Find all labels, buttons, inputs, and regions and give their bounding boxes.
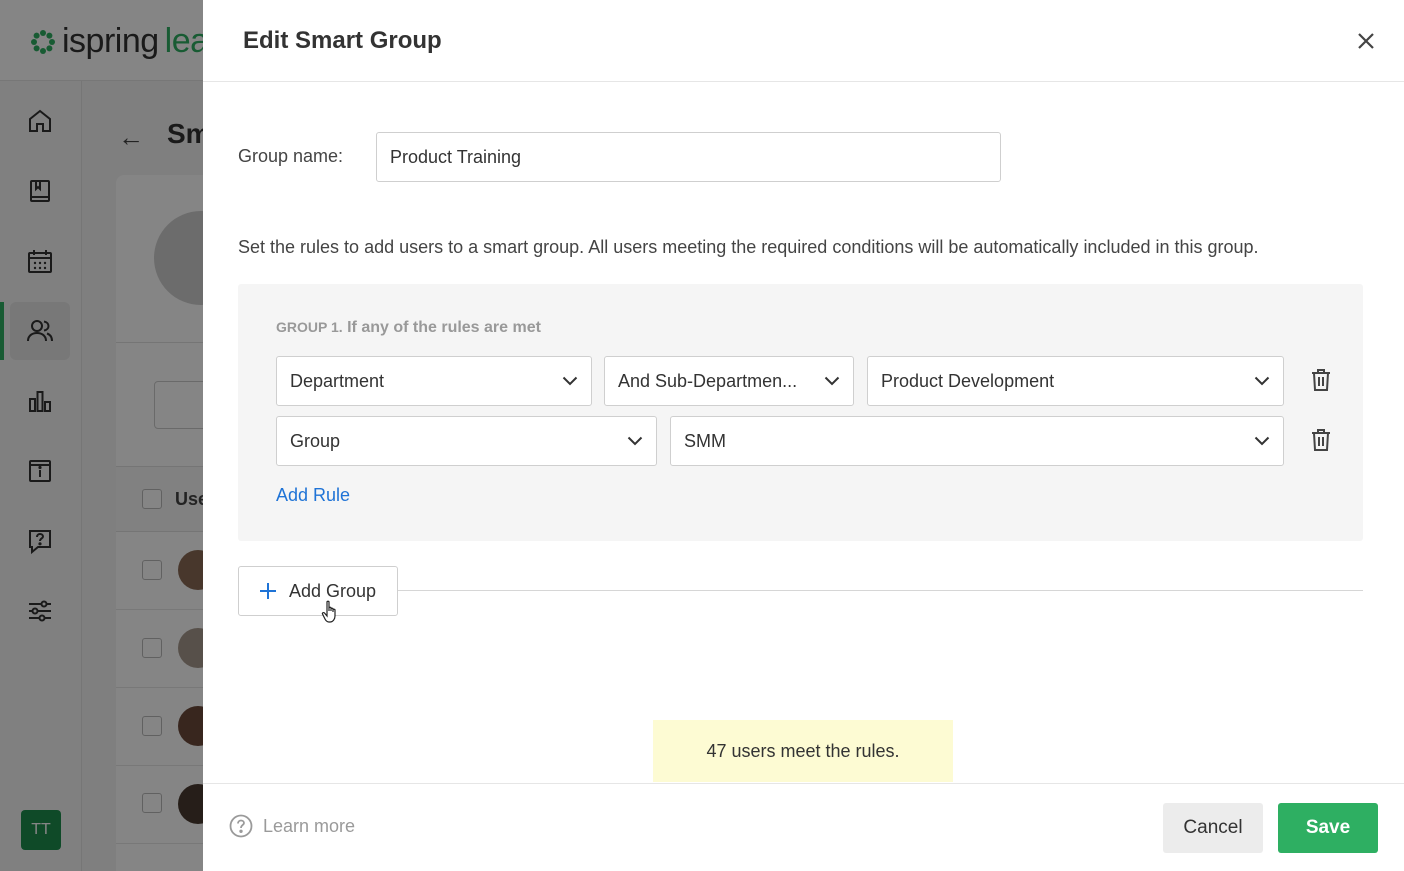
plus-icon [260,583,276,599]
chevron-down-icon [562,373,578,389]
rule-1-operator-select[interactable]: And Sub-Departmen... [604,356,854,406]
rule-1-field-select[interactable]: Department [276,356,592,406]
hand-cursor-icon [321,600,336,623]
add-group-label: Add Group [289,580,377,601]
panel-title: Edit Smart Group [243,27,442,54]
trash-icon [1312,369,1330,391]
rule-1-operator-value: And Sub-Departmen... [618,370,798,391]
add-rule-link[interactable]: Add Rule [276,485,350,506]
chevron-down-icon [1254,373,1270,389]
chevron-down-icon [627,433,643,449]
group-name-label: Group name: [238,146,344,166]
rule-1-value-select[interactable]: Product Development [867,356,1284,406]
rule-group-1: GROUP 1. If any of the rules are met Dep… [238,284,1363,541]
trash-icon [1312,429,1330,451]
chevron-down-icon [1254,433,1270,449]
rule-2-value: SMM [684,430,726,451]
rules-instructions: Set the rules to add users to a smart gr… [238,237,1259,257]
cancel-button[interactable]: Cancel [1163,803,1263,853]
panel-header: Edit Smart Group [203,0,1404,82]
save-button[interactable]: Save [1278,803,1378,853]
panel-footer: Learn more Cancel Save [203,783,1404,871]
close-icon [1358,33,1374,49]
rule-2-field-value: Group [290,430,341,451]
rule-1-field-value: Department [290,370,385,391]
help-circle-icon [229,814,253,838]
rule-group-condition: If any of the rules are met [347,319,541,336]
rule-1-value: Product Development [881,370,1055,391]
learn-more-link[interactable]: Learn more [229,814,355,838]
group-name-input[interactable] [376,132,1001,182]
rule-group-caption: GROUP 1. If any of the rules are met [276,319,541,337]
add-group-divider [238,590,1363,591]
rule-2-value-select[interactable]: SMM [670,416,1284,466]
rules-result-notice: 47 users meet the rules. [653,720,953,782]
rule-1-delete-button[interactable] [1308,367,1334,393]
rule-group-number: GROUP 1. [276,319,343,335]
add-group-button[interactable]: Add Group [238,566,398,616]
learn-more-label: Learn more [263,815,356,836]
close-button[interactable] [1351,26,1381,56]
rule-2-field-select[interactable]: Group [276,416,657,466]
edit-smart-group-panel: Edit Smart Group Group name: Set the rul… [203,0,1404,871]
chevron-down-icon [824,373,840,389]
rule-2-delete-button[interactable] [1308,427,1334,453]
